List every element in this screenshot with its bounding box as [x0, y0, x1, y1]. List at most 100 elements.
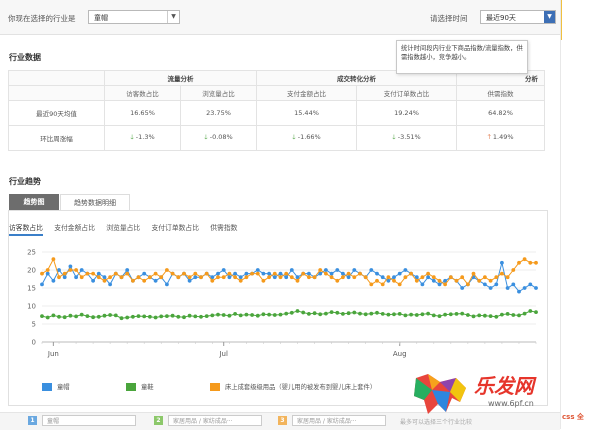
table-row: 环比周涨幅 🡓 -1.3% 🡓 -0.08% 🡓 -1.66% 🡓 -3.51%…: [8, 125, 545, 151]
tab-visitor-share[interactable]: 访客数占比: [9, 222, 43, 236]
data-point: [517, 260, 521, 265]
data-point: [125, 268, 130, 272]
data-point: [534, 286, 538, 290]
data-point: [238, 275, 243, 280]
data-point: [335, 268, 340, 272]
data-point: [505, 286, 510, 290]
data-point: [437, 278, 442, 283]
legend-label: 童帽: [57, 384, 70, 391]
data-point: [488, 286, 493, 290]
arrow-up-icon: 🡑: [487, 132, 491, 141]
table-cell: 🡓 -1.3%: [104, 125, 181, 151]
watermark-corner: css 全: [562, 413, 584, 421]
tab-trend-detail[interactable]: 趋势数据明细: [60, 194, 130, 210]
tab-trend-chart[interactable]: 趋势图: [9, 194, 59, 210]
data-point: [85, 271, 90, 276]
arrow-down-icon: 🡓: [392, 132, 396, 141]
metric-tabs: 访客数占比 支付金额占比 浏览量占比 支付订单数占比 供需指数: [9, 222, 246, 236]
data-point: [142, 314, 147, 319]
data-point: [301, 310, 306, 315]
table-cell: 19.24%: [356, 100, 457, 126]
industry-select-value: 童帽: [94, 14, 108, 22]
data-point: [108, 313, 112, 317]
legend-item-tongxie[interactable]: 童鞋: [126, 382, 154, 392]
data-point: [68, 313, 73, 318]
data-point: [477, 313, 482, 318]
tab-supply-index[interactable]: 供需指数: [210, 222, 237, 234]
data-point: [409, 312, 413, 317]
compare-select-2[interactable]: 家居用品 / 家纺成品···: [168, 415, 262, 426]
data-point: [289, 275, 294, 280]
data-point: [522, 257, 527, 262]
compare-select-1[interactable]: 童帽: [42, 415, 136, 426]
data-point: [295, 278, 300, 283]
col-header: 支付订单数占比: [356, 85, 457, 101]
compare-select-3[interactable]: 家居用品 / 家纺成品···: [292, 415, 386, 426]
data-point: [392, 275, 396, 280]
group-header-traffic: 流量分析: [104, 70, 257, 86]
data-point: [267, 312, 271, 317]
data-point: [471, 314, 476, 319]
data-point: [289, 268, 294, 272]
data-point: [227, 271, 232, 276]
data-point: [352, 268, 357, 272]
data-point: [477, 278, 482, 283]
data-point: [159, 314, 164, 319]
tab-order-share[interactable]: 支付订单数占比: [151, 222, 199, 234]
data-point: [153, 315, 158, 320]
data-point: [420, 312, 425, 317]
industry-label: 你现在选择的行业是: [8, 14, 76, 23]
data-point: [204, 314, 209, 318]
tab-payment-share[interactable]: 支付金额占比: [54, 222, 95, 234]
data-point: [221, 268, 226, 272]
data-point: [91, 315, 95, 320]
data-point: [62, 271, 67, 276]
legend-item-tongmao[interactable]: 童帽: [42, 382, 70, 392]
data-point: [40, 314, 44, 318]
data-point: [534, 260, 538, 265]
data-point: [193, 275, 198, 280]
time-select[interactable]: 最近90天 ▼: [480, 10, 556, 24]
data-point: [329, 275, 334, 280]
data-point: [125, 315, 130, 320]
data-point: [45, 315, 50, 320]
data-point: [324, 268, 328, 272]
data-point: [244, 271, 249, 276]
data-point: [136, 275, 141, 280]
data-point: [108, 275, 112, 280]
data-point: [329, 310, 334, 314]
industry-select[interactable]: 童帽 ▼: [88, 10, 180, 24]
data-point: [85, 314, 90, 318]
y-tick-label: 25: [27, 249, 36, 257]
data-point: [221, 313, 226, 317]
data-point: [500, 260, 504, 265]
data-point: [57, 314, 61, 319]
data-point: [278, 271, 283, 276]
data-point: [301, 271, 306, 276]
tab-pageview-share[interactable]: 浏览量占比: [106, 222, 140, 234]
data-point: [74, 268, 78, 272]
data-point: [148, 314, 152, 319]
data-point: [307, 271, 311, 276]
data-point: [199, 275, 203, 280]
row-label: 环比周涨幅: [8, 125, 105, 151]
data-point: [466, 313, 470, 317]
change-value: -3.51%: [397, 132, 421, 141]
arrow-down-icon: 🡓: [292, 132, 296, 141]
data-point: [96, 271, 101, 276]
data-point: [62, 275, 67, 280]
legend-item-bedding[interactable]: 床上成套级级用品（婴儿用的被发布到婴儿床上套件）: [210, 382, 376, 392]
data-point: [363, 275, 368, 280]
data-point: [79, 275, 84, 280]
data-point: [57, 275, 61, 280]
table-cell: 23.75%: [180, 100, 257, 126]
data-point: [392, 312, 396, 317]
data-point: [341, 275, 345, 280]
data-point: [238, 313, 243, 318]
data-point: [460, 311, 465, 316]
data-point: [454, 278, 459, 283]
data-point: [272, 275, 277, 280]
x-tick-label: Aug: [393, 350, 407, 358]
data-point: [426, 311, 430, 316]
table-cell: 🡓 -3.51%: [356, 125, 457, 151]
